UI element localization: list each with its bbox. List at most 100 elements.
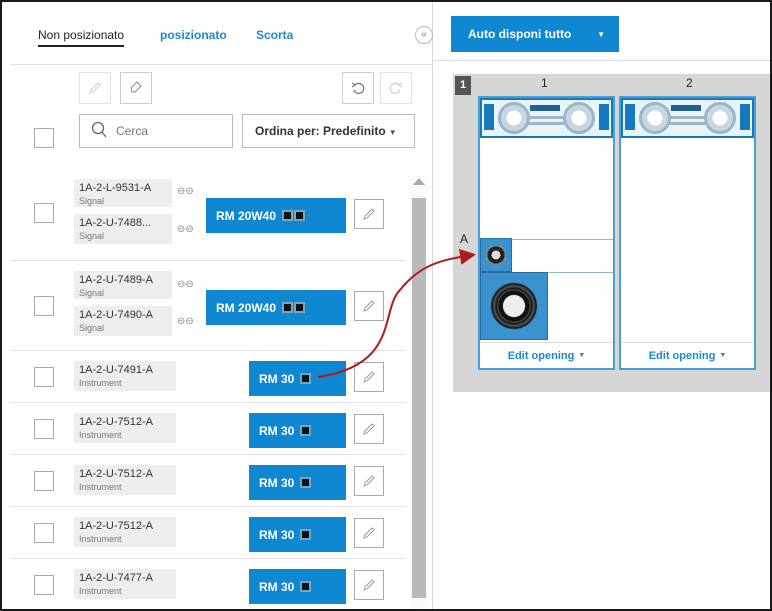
tag-chip: 1A-2-U-7488... Signal [74,214,172,244]
edit-button[interactable] [354,362,384,392]
edit-button[interactable] [354,570,384,600]
rm-button[interactable]: RM 30 [249,413,346,448]
tag-name: 1A-2-U-7477-A [79,572,153,584]
cable-list-panel: Non posizionato posizionato Scorta « Ord… [10,2,433,609]
frame-panel-image [621,98,754,138]
link-icon[interactable]: ⊖⊖ [177,279,194,290]
scrollbar-thumb[interactable] [412,198,426,598]
search-input[interactable] [116,122,226,140]
rm-button[interactable]: RM 20W40 [206,290,346,325]
chevron-down-icon: ▼ [388,128,397,137]
column-header: 1 [541,76,548,90]
cable-icon [300,529,312,540]
rm-button[interactable]: RM 30 [249,361,346,396]
tag-name: 1A-2-U-7488... [79,217,152,229]
tag-name: 1A-2-L-9531-A [79,182,152,194]
chevron-down-icon: ▼ [597,29,605,39]
edit-button[interactable] [354,291,384,321]
tag-chip: 1A-2-U-7512-A Instrument [74,413,176,443]
pencil-icon[interactable] [79,72,111,104]
list-item: 1A-2-U-7512-A Instrument RM 30 [10,403,406,455]
edit-button[interactable] [354,414,384,444]
redo-icon[interactable] [380,72,412,104]
collapse-panel-icon[interactable]: « [415,26,433,44]
row-checkbox[interactable] [34,203,54,223]
sort-dropdown[interactable]: Ordina per: Predefinito ▼ [242,114,415,148]
select-all-checkbox[interactable] [34,128,54,148]
cable-icon [300,581,312,592]
edit-button[interactable] [354,466,384,496]
tag-chip: 1A-2-U-7512-A Instrument [74,465,176,495]
frame-grid: 1 1 2 A Edit opening ▼ Edit opening ▼ [453,74,770,392]
divider [434,60,770,61]
scroll-up-icon[interactable] [413,178,425,185]
cable-icon [300,477,312,488]
rm-label: RM 20W40 [216,208,277,223]
rm-label: RM 30 [259,371,295,386]
row-number: 1 [455,76,471,95]
tag-type: Instrument [79,482,122,492]
tag-name: 1A-2-U-7489-A [79,274,153,286]
column-header: 2 [686,76,693,90]
frame-panel-image [480,98,613,138]
rm-label: RM 30 [259,579,295,594]
tag-type: Signal [79,231,105,241]
tag-name: 1A-2-U-7512-A [79,468,153,480]
list-item: 1A-2-U-7477-A Instrument RM 30 [10,559,406,611]
frame-column[interactable]: Edit opening ▼ [619,96,756,370]
undo-icon[interactable] [342,72,374,104]
frame-column[interactable]: Edit opening ▼ [478,96,615,370]
tag-chip: 1A-2-U-7489-A Signal [74,271,172,299]
layout-panel: Auto disponi tutto ▼ 1 1 2 A Edit openin… [434,2,770,609]
tab-scorta[interactable]: Scorta [256,28,293,42]
rm-button[interactable]: RM 30 [249,465,346,500]
tag-type: Signal [79,288,105,298]
cable-icon [282,302,306,313]
rm-label: RM 30 [259,527,295,542]
eraser-icon[interactable] [120,72,152,104]
row-checkbox[interactable] [34,471,54,491]
row-checkbox[interactable] [34,296,54,316]
cable-block[interactable] [480,272,548,340]
edit-button[interactable] [354,199,384,229]
edit-opening-label: Edit opening [507,349,575,362]
list-item: 1A-2-U-7489-A Signal ⊖⊖ 1A-2-U-7490-A Si… [10,261,406,351]
list-item: 1A-2-L-9531-A Signal ⊖⊖ 1A-2-U-7488... S… [10,165,406,261]
row-checkbox[interactable] [34,575,54,595]
tag-chip: 1A-2-U-7512-A Instrument [74,517,176,547]
tag-chip: 1A-2-U-7490-A Signal [74,306,172,336]
cable-block[interactable] [480,238,512,272]
cable-icon [282,210,306,221]
cable-icon [300,425,312,436]
link-icon[interactable]: ⊖⊖ [177,316,194,327]
rm-button[interactable]: RM 20W40 [206,198,346,233]
search-box[interactable] [79,114,233,148]
tag-type: Instrument [79,586,122,596]
rm-button[interactable]: RM 30 [249,517,346,552]
link-icon[interactable]: ⊖⊖ [177,186,194,197]
list-item: 1A-2-U-7512-A Instrument RM 30 [10,455,406,507]
list-item: 1A-2-U-7491-A Instrument RM 30 [10,351,406,403]
sort-label: Ordina per: Predefinito [255,124,386,138]
row-checkbox[interactable] [34,367,54,387]
chevron-down-icon: ▼ [578,352,586,359]
rm-label: RM 30 [259,423,295,438]
tag-name: 1A-2-U-7490-A [79,309,153,321]
tag-name: 1A-2-U-7491-A [79,364,153,376]
rm-button[interactable]: RM 30 [249,569,346,604]
link-icon[interactable]: ⊖⊖ [177,224,194,235]
tab-posizionato[interactable]: posizionato [160,28,227,42]
row-checkbox[interactable] [34,523,54,543]
chevron-down-icon: ▼ [719,352,727,359]
auto-arrange-button[interactable]: Auto disponi tutto ▼ [451,16,619,52]
tab-non-posizionato[interactable]: Non posizionato [38,28,125,47]
edit-opening-button[interactable]: Edit opening ▼ [621,342,754,368]
edit-opening-label: Edit opening [648,349,716,362]
tag-name: 1A-2-U-7512-A [79,416,153,428]
auto-arrange-label: Auto disponi tutto [468,27,572,41]
tag-chip: 1A-2-L-9531-A Signal [74,179,172,207]
row-checkbox[interactable] [34,419,54,439]
row-label: A [460,232,469,246]
edit-button[interactable] [354,518,384,548]
edit-opening-button[interactable]: Edit opening ▼ [480,342,613,368]
